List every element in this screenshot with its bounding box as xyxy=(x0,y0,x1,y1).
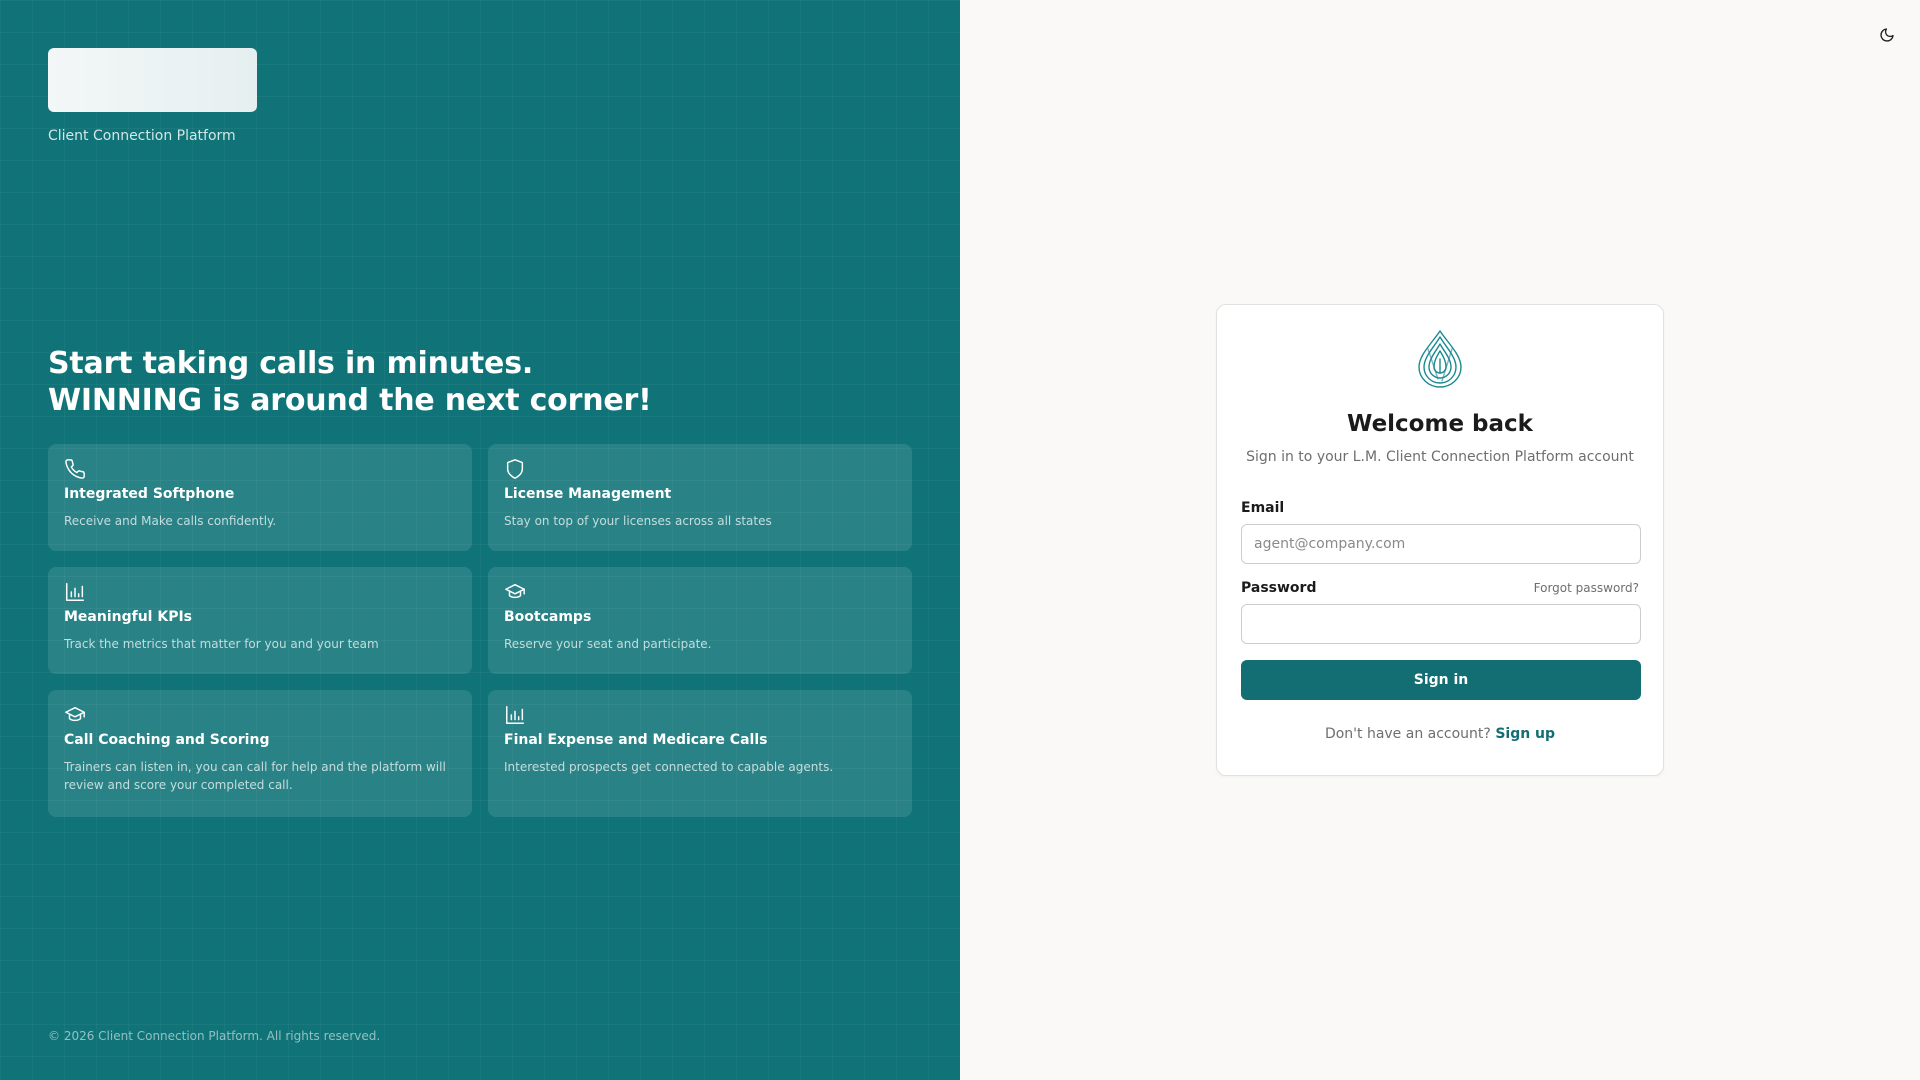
feature-desc: Receive and Make calls confidently. xyxy=(64,514,277,528)
sign-in-button[interactable]: Sign in xyxy=(1241,660,1641,700)
password-group: Password Forgot password? xyxy=(1241,580,1641,644)
login-title: Welcome back xyxy=(1347,411,1533,437)
signup-row: Don't have an account? Sign up xyxy=(1241,726,1639,742)
feature-title: License Management xyxy=(504,486,672,502)
feature-card-license: License Management Stay on top of your l… xyxy=(488,444,912,551)
email-group: Email xyxy=(1241,497,1641,564)
login-card: Welcome back Sign in to your L.M. Client… xyxy=(1216,304,1664,776)
feature-title: Call Coaching and Scoring xyxy=(64,732,270,748)
fingerprint-drop-icon xyxy=(1418,329,1462,388)
feature-title: Bootcamps xyxy=(504,609,592,625)
feature-desc: Track the metrics that matter for you an… xyxy=(64,637,379,651)
bar-chart-icon xyxy=(506,706,524,724)
forgot-password-link[interactable]: Forgot password? xyxy=(1534,581,1639,595)
signup-prompt: Don't have an account? xyxy=(1324,726,1496,742)
feature-desc: Interested prospects get connected to ca… xyxy=(504,760,834,774)
brand-panel: Client Connection Platform Start taking … xyxy=(0,0,960,1080)
hero-line-2: WINNING is around the next corner! xyxy=(48,383,652,418)
feature-desc: Reserve your seat and participate. xyxy=(504,637,712,651)
hero-heading: Start taking calls in minutes. WINNING i… xyxy=(48,345,652,419)
feature-title: Final Expense and Medicare Calls xyxy=(504,732,768,748)
hero-line-1: Start taking calls in minutes. xyxy=(48,346,534,381)
graduation-cap-icon xyxy=(65,706,85,722)
moon-icon xyxy=(1880,28,1894,42)
feature-card-softphone: Integrated Softphone Receive and Make ca… xyxy=(48,444,472,551)
feature-card-final-expense: Final Expense and Medicare Calls Interes… xyxy=(488,690,912,817)
feature-grid: Integrated Softphone Receive and Make ca… xyxy=(48,444,912,817)
feature-card-kpis: Meaningful KPIs Track the metrics that m… xyxy=(48,567,472,674)
brand-logo xyxy=(48,48,257,112)
feature-desc: Stay on top of your licenses across all … xyxy=(504,514,772,528)
feature-card-bootcamps: Bootcamps Reserve your seat and particip… xyxy=(488,567,912,674)
graduation-cap-icon xyxy=(505,583,525,599)
phone-icon xyxy=(65,459,85,479)
feature-desc: Trainers can listen in, you can call for… xyxy=(64,760,446,792)
shield-icon xyxy=(506,459,524,479)
password-input[interactable] xyxy=(1241,604,1641,644)
email-input[interactable] xyxy=(1241,524,1641,564)
login-panel: Welcome back Sign in to your L.M. Client… xyxy=(960,0,1920,1080)
password-label: Password xyxy=(1241,580,1317,596)
feature-card-coaching: Call Coaching and Scoring Trainers can l… xyxy=(48,690,472,817)
feature-title: Integrated Softphone xyxy=(64,486,235,502)
feature-title: Meaningful KPIs xyxy=(64,609,193,625)
login-subtitle: Sign in to your L.M. Client Connection P… xyxy=(1246,449,1634,465)
sign-up-link[interactable]: Sign up xyxy=(1495,726,1555,742)
email-label: Email xyxy=(1241,500,1285,516)
theme-toggle-button[interactable] xyxy=(1874,22,1900,48)
brand-tagline: Client Connection Platform xyxy=(48,128,236,144)
password-label-row: Password Forgot password? xyxy=(1241,580,1639,596)
bar-chart-icon xyxy=(66,583,84,601)
copyright-footer: © 2026 Client Connection Platform. All r… xyxy=(48,1029,381,1043)
